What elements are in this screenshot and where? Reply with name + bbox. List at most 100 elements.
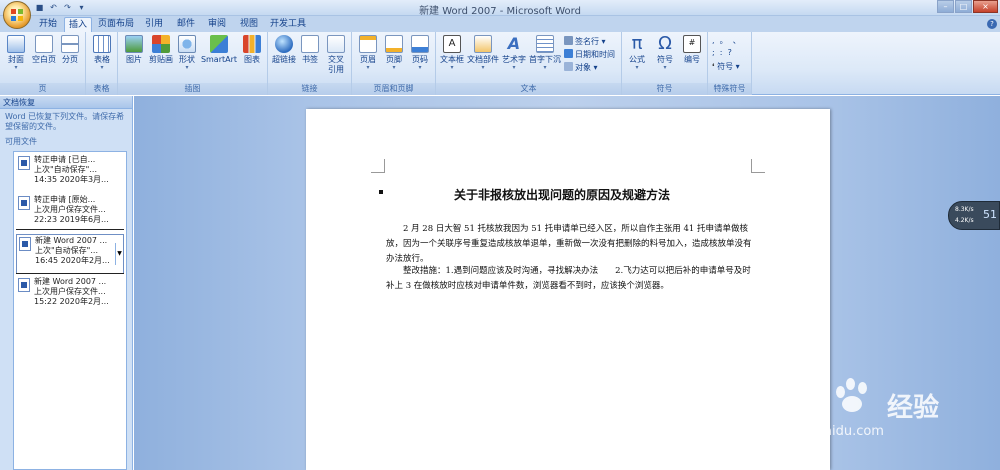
picture-button[interactable]: 图片 [122, 35, 146, 65]
pi-icon: π [631, 33, 643, 54]
footer-icon [385, 35, 403, 53]
group-special-symbols: , 。 、 ; : ? ❛ 符号 ▾ 特殊符号 [708, 32, 752, 95]
file-list-divider [16, 229, 124, 230]
cross-reference-icon [327, 35, 345, 53]
chart-button[interactable]: 图表 [240, 35, 264, 65]
page-break-button[interactable]: 分页 [58, 35, 82, 65]
margin-mark-top-left [371, 159, 385, 173]
text-box-icon: A [443, 35, 461, 53]
group-links: 超链接 书签 交叉 引用 链接 [268, 32, 352, 95]
page-number-button[interactable]: 页码 ▾ [408, 35, 432, 71]
word-document-icon [18, 196, 30, 210]
drop-cap-icon [536, 35, 554, 53]
quick-parts-button[interactable]: 文档部件 ▾ [466, 35, 500, 71]
group-illustrations: 图片 剪贴画 形状 ▾ SmartArt 图表 插图 [118, 32, 268, 95]
table-icon [93, 35, 111, 53]
document-paragraph[interactable]: 2 月 28 日大智 51 托核放我因为 51 托申请单已经入区，所以自作主张用… [386, 222, 754, 268]
watermark-brand: Bai [766, 384, 821, 422]
office-logo-icon [11, 9, 23, 21]
baidu-paw-icon [828, 372, 872, 416]
cover-page-icon [7, 35, 25, 53]
tab-view[interactable]: 视图 [236, 17, 262, 32]
header-icon [359, 35, 377, 53]
cover-page-button[interactable]: 封面 ▾ [4, 35, 28, 71]
file-menu-dropdown-icon[interactable]: ▼ [115, 243, 123, 265]
network-speed-widget[interactable]: 8.3K/s 4.2K/s 51 [948, 201, 1000, 230]
group-label-header-footer: 页眉和页脚 [352, 83, 435, 95]
special-symbol-semicolon[interactable]: ; : ? [712, 48, 732, 58]
tab-references[interactable]: 引用 [141, 17, 167, 32]
close-button[interactable]: × [973, 0, 998, 13]
blank-page-icon [35, 35, 53, 53]
recovered-file-item-selected[interactable]: 新建 Word 2007 ... 上次"自动保存"... 16:45 2020年… [16, 234, 124, 274]
group-label-text: 文本 [436, 83, 621, 95]
word-document-icon [18, 278, 30, 292]
group-text: A 文本框 ▾ 文档部件 ▾ A 艺术字 ▾ 首字下沉 ▾ 签名行 ▾ 日期和时间 对象… [436, 32, 622, 95]
shapes-button[interactable]: 形状 ▾ [176, 35, 198, 71]
document-recovery-pane: 文档恢复 Word 已恢复下列文件。请保存希望保留的文件。 可用文件 转正申请 … [0, 96, 133, 470]
window-title: 新建 Word 2007 - Microsoft Word [419, 6, 581, 17]
text-box-button[interactable]: A 文本框 ▾ [438, 35, 466, 71]
tab-insert[interactable]: 插入 [64, 17, 92, 32]
signature-line-button[interactable]: 签名行 ▾ [564, 36, 606, 47]
chart-icon [243, 35, 261, 53]
page-number-icon [411, 35, 429, 53]
office-button[interactable] [3, 1, 31, 29]
hyperlink-button[interactable]: 超链接 [270, 35, 298, 65]
equation-button[interactable]: π 公式 ▾ [624, 35, 650, 71]
signature-icon [564, 36, 573, 45]
ribbon-tabs: 开始 插入 页面布局 引用 邮件 审阅 视图 开发工具 ? [0, 16, 1000, 32]
document-page[interactable]: 关于非报核放出现问题的原因及规避方法 2 月 28 日大智 51 托核放我因为 … [306, 109, 830, 470]
numbering-button[interactable]: # 编号 [680, 35, 704, 65]
special-symbol-comma[interactable]: , 。 、 [712, 36, 741, 46]
tab-home[interactable]: 开始 [35, 17, 61, 32]
recovered-file-item[interactable]: 新建 Word 2007 ... 上次用户保存文件... 15:22 2020年… [16, 276, 124, 316]
ribbon: 封面 ▾ 空白页 分页 页 表格 ▾ 表格 图片 剪贴画 形状 ▾ SmartA… [0, 32, 1000, 95]
footer-button[interactable]: 页脚 ▾ [382, 35, 406, 71]
date-time-button[interactable]: 日期和时间 [564, 49, 615, 60]
clip-art-icon [152, 35, 170, 53]
tab-review[interactable]: 审阅 [204, 17, 230, 32]
picture-icon [125, 35, 143, 53]
header-button[interactable]: 页眉 ▾ [356, 35, 380, 71]
blank-page-button[interactable]: 空白页 [30, 35, 58, 65]
bookmark-button[interactable]: 书签 [298, 35, 322, 65]
watermark-url: jingyan.baidu.com [764, 424, 884, 439]
wordart-button[interactable]: A 艺术字 ▾ [500, 35, 528, 71]
drop-cap-button[interactable]: 首字下沉 ▾ [528, 35, 562, 71]
margin-mark-top-right [751, 159, 765, 173]
table-button[interactable]: 表格 ▾ [90, 35, 114, 71]
recovered-file-item[interactable]: 转正申请 [已自... 上次"自动保存"... 14:35 2020年3月... [16, 154, 124, 194]
hyperlink-icon [275, 35, 293, 53]
group-page: 封面 ▾ 空白页 分页 页 [0, 32, 86, 95]
document-title[interactable]: 关于非报核放出现问题的原因及规避方法 [454, 186, 670, 203]
symbol-button[interactable]: Ω 符号 ▾ [652, 35, 678, 71]
object-button[interactable]: 对象 ▾ [564, 62, 598, 73]
shapes-icon [178, 35, 196, 53]
smartart-button[interactable]: SmartArt [200, 35, 238, 65]
group-label-table: 表格 [86, 83, 117, 95]
word-document-icon [18, 156, 30, 170]
tab-mailings[interactable]: 邮件 [173, 17, 199, 32]
document-paragraph[interactable]: 整改措施：1.遇到问题应该及时沟通，寻找解决办法 2.飞力达可以把后补的申请单号… [386, 264, 754, 294]
title-bar: ■ ↶ ↷ ▾ 新建 Word 2007 - Microsoft Word – … [0, 0, 1000, 17]
clip-art-button[interactable]: 剪贴画 [146, 35, 176, 65]
tab-page-layout[interactable]: 页面布局 [97, 17, 135, 32]
calendar-icon [564, 49, 573, 58]
tab-developer[interactable]: 开发工具 [268, 17, 308, 32]
group-label-special-symbols: 特殊符号 [708, 83, 751, 95]
recovered-file-item[interactable]: 转正申请 [原始... 上次用户保存文件... 22:23 2019年6月... [16, 194, 124, 234]
group-header-footer: 页眉 ▾ 页脚 ▾ 页码 ▾ 页眉和页脚 [352, 32, 436, 95]
minimize-button[interactable]: – [937, 0, 954, 13]
bookmark-icon [301, 35, 319, 53]
group-symbols: π 公式 ▾ Ω 符号 ▾ # 编号 符号 [622, 32, 708, 95]
help-icon[interactable]: ? [987, 19, 997, 29]
quick-parts-icon [474, 35, 492, 53]
watermark-brand-cn: 经验 [887, 393, 940, 423]
maximize-button[interactable]: □ [955, 0, 972, 13]
available-files-label: 可用文件 [5, 137, 37, 146]
group-label-illustrations: 插图 [118, 83, 267, 95]
numbering-icon: # [683, 35, 701, 53]
cross-reference-button[interactable]: 交叉 引用 [324, 35, 348, 75]
special-symbol-dropdown[interactable]: ❛ 符号 ▾ [712, 62, 740, 72]
